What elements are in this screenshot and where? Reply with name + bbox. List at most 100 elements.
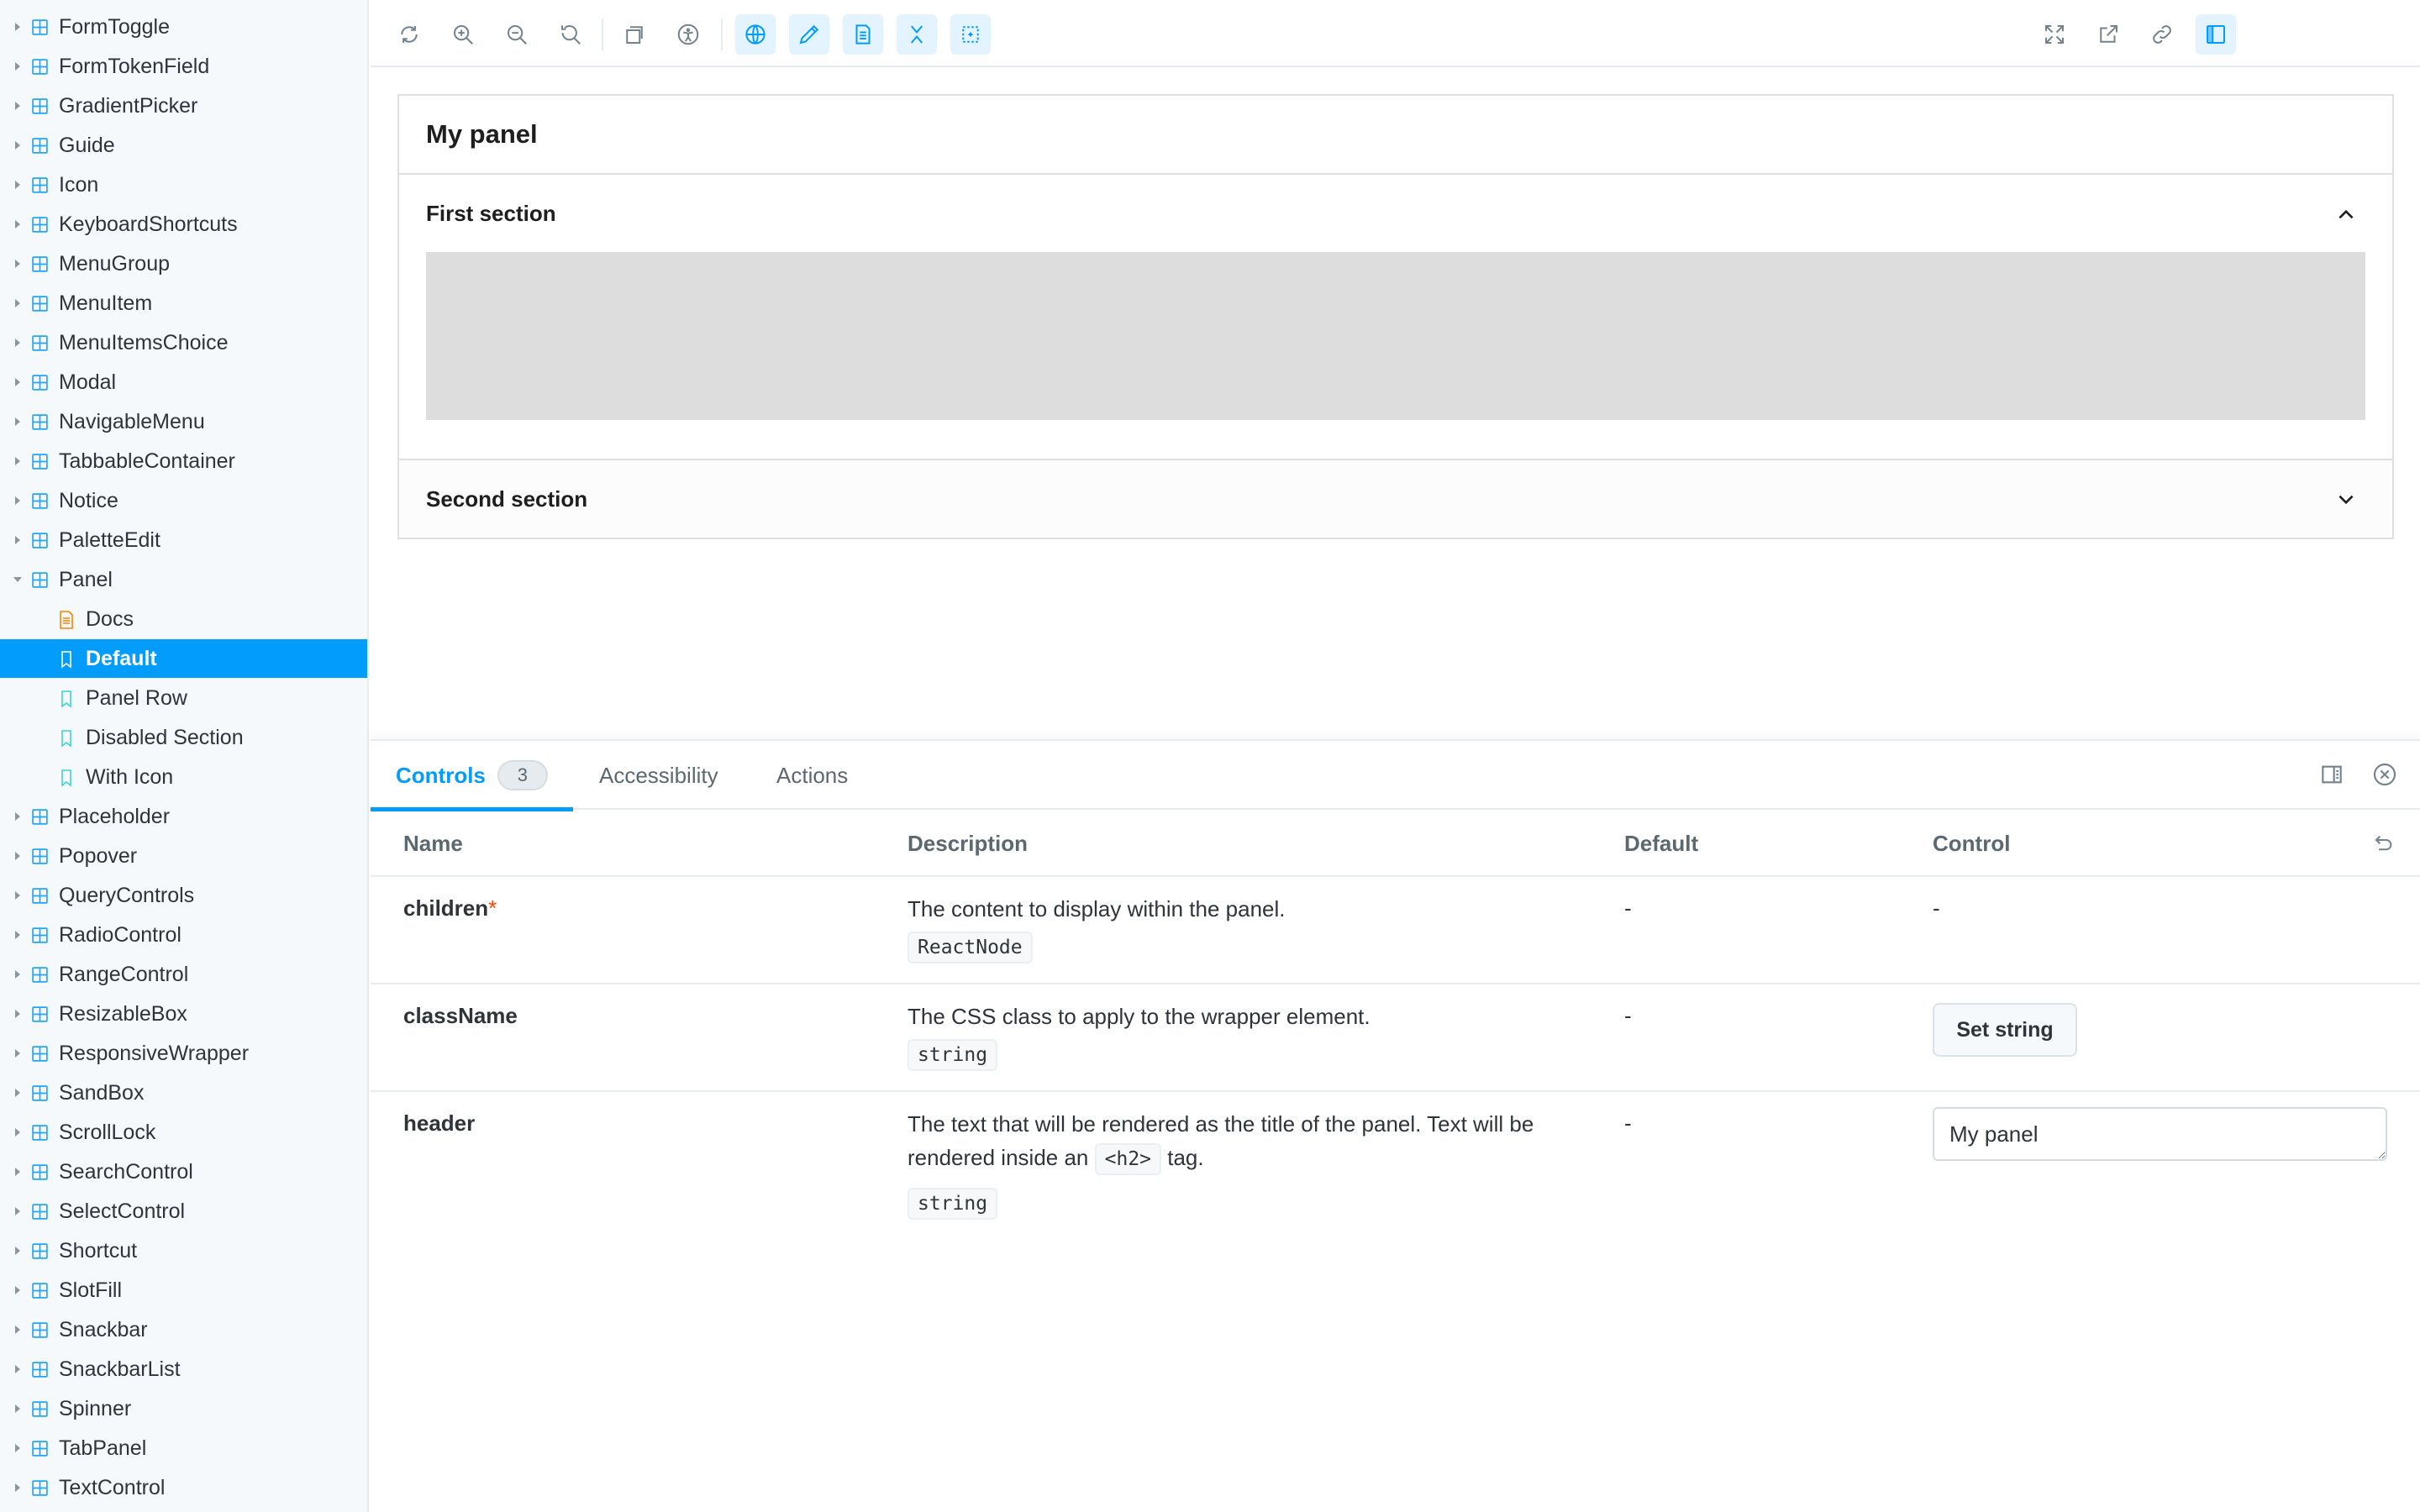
component-icon	[32, 967, 48, 983]
sidebar-item-label: SelectControl	[59, 1200, 186, 1223]
sidebar-item[interactable]: FormToggle	[0, 8, 367, 46]
tab-controls[interactable]: Controls 3	[371, 741, 573, 811]
header-text-input[interactable]: My panel	[1933, 1107, 2387, 1161]
sidebar-item[interactable]: Shortcut	[0, 1231, 367, 1270]
zoom-out-button[interactable]	[497, 14, 537, 55]
sidebar-item[interactable]: SearchControl	[0, 1152, 367, 1191]
caret-right-icon	[15, 1049, 20, 1058]
sidebar-item[interactable]: PaletteEdit	[0, 521, 367, 559]
sidebar-item[interactable]: MenuGroup	[0, 244, 367, 283]
caret-right-icon	[15, 1168, 20, 1176]
sidebar-item[interactable]: TextControl	[0, 1468, 367, 1507]
sidebar-item[interactable]: MenuItem	[0, 284, 367, 323]
background-button[interactable]	[614, 14, 655, 55]
sidebar-item[interactable]: Guide	[0, 126, 367, 165]
sidebar-item[interactable]: FormTokenField	[0, 47, 367, 86]
sidebar-item[interactable]: SelectControl	[0, 1192, 367, 1231]
story-canvas: My panel First section Second section	[371, 69, 2420, 739]
sidebar-item[interactable]: KeyboardShortcuts	[0, 205, 367, 244]
component-icon	[32, 98, 48, 114]
fullscreen-button[interactable]	[2034, 14, 2075, 55]
open-new-tab-button[interactable]	[2088, 14, 2128, 55]
copy-link-button[interactable]	[2142, 14, 2182, 55]
caret-right-icon	[15, 260, 20, 268]
sidebar-item[interactable]: ResizableBox	[0, 995, 367, 1033]
sidebar-item[interactable]: RadioControl	[0, 916, 367, 954]
tab-actions[interactable]: Actions	[776, 741, 848, 810]
component-icon	[32, 256, 48, 272]
sidebar-item-label: Disabled Section	[86, 726, 244, 749]
sidebar-item[interactable]: Spinner	[0, 1389, 367, 1428]
sidebar-item[interactable]: MenuItemsChoice	[0, 323, 367, 362]
sidebar-item[interactable]: NavigableMenu	[0, 402, 367, 441]
component-icon	[32, 1322, 48, 1338]
sidebar-item[interactable]: TabbableContainer	[0, 442, 367, 480]
caret-down-icon	[13, 577, 22, 582]
sidebar-item[interactable]: SlotFill	[0, 1271, 367, 1310]
close-panel-icon[interactable]	[2371, 761, 2398, 788]
sidebar-item[interactable]: Panel Row	[0, 679, 367, 717]
sidebar-item[interactable]: Notice	[0, 481, 367, 520]
caret-right-icon	[15, 1365, 20, 1373]
caret-right-icon	[15, 23, 20, 31]
sidebar-item[interactable]: ResponsiveWrapper	[0, 1034, 367, 1073]
arg-type: string	[908, 1188, 998, 1220]
sidebar-item[interactable]: Default	[0, 639, 367, 678]
caret-right-icon	[15, 1444, 20, 1452]
zoom-in-button[interactable]	[443, 14, 483, 55]
arg-type: ReactNode	[908, 932, 1033, 963]
sidebar-item[interactable]: ScrollLock	[0, 1113, 367, 1152]
sidebar-item[interactable]: Disabled Section	[0, 718, 367, 757]
sidebar-item[interactable]: QueryControls	[0, 876, 367, 915]
caret-right-icon	[15, 417, 20, 426]
sidebar-item[interactable]: Modal	[0, 363, 367, 402]
sidebar-item[interactable]: Icon	[0, 165, 367, 204]
sidebar-item[interactable]: Snackbar	[0, 1310, 367, 1349]
table-row: className The CSS class to apply to the …	[371, 984, 2420, 1092]
panel-toggle-button[interactable]	[2196, 14, 2236, 55]
component-icon	[32, 296, 48, 312]
preview-toolbar	[371, 0, 2420, 67]
arg-default: -	[1624, 1110, 1632, 1136]
panel-orientation-icon[interactable]	[2318, 761, 2345, 788]
globe-button[interactable]	[735, 14, 776, 55]
document-icon	[60, 611, 73, 629]
sidebar-item-label: MenuGroup	[59, 252, 171, 276]
tab-accessibility[interactable]: Accessibility	[599, 741, 718, 810]
component-icon	[32, 1441, 48, 1457]
arg-name: children*	[403, 895, 497, 921]
pencil-icon	[799, 24, 819, 45]
accessibility-button[interactable]	[668, 14, 708, 55]
zoom-reset-button[interactable]	[550, 14, 591, 55]
sidebar-item[interactable]: Popover	[0, 837, 367, 875]
component-icon	[32, 217, 48, 233]
reload-button[interactable]	[389, 14, 429, 55]
document-button[interactable]	[843, 14, 883, 55]
caret-right-icon	[15, 141, 20, 150]
sidebar-item[interactable]: GradientPicker	[0, 87, 367, 125]
sidebar-item[interactable]: RangeControl	[0, 955, 367, 994]
set-string-button[interactable]: Set string	[1933, 1003, 2077, 1057]
outline-button[interactable]	[950, 14, 991, 55]
required-mark: *	[488, 895, 497, 921]
sidebar-item[interactable]: SandBox	[0, 1074, 367, 1112]
second-section-toggle[interactable]: Second section	[399, 459, 2392, 538]
first-section-toggle[interactable]: First section	[399, 175, 2392, 252]
bookmark-icon	[61, 651, 71, 669]
sidebar-item-label: GradientPicker	[59, 94, 198, 118]
sidebar-item-label: MenuItemsChoice	[59, 331, 229, 354]
sidebar-item[interactable]: Placeholder	[0, 797, 367, 836]
reset-controls-icon[interactable]	[2370, 832, 2396, 857]
sidebar-item-label: ResizableBox	[59, 1002, 187, 1026]
sidebar-item[interactable]: Docs	[0, 600, 367, 638]
component-icon	[32, 1085, 48, 1101]
pencil-button[interactable]	[789, 14, 829, 55]
sidebar-item[interactable]: Panel	[0, 560, 367, 599]
component-icon	[32, 19, 48, 35]
component-icon	[32, 1362, 48, 1378]
sidebar-item[interactable]: TabPanel	[0, 1429, 367, 1467]
collapse-button[interactable]	[897, 14, 937, 55]
caret-right-icon	[15, 852, 20, 860]
sidebar-item[interactable]: SnackbarList	[0, 1350, 367, 1389]
sidebar-item[interactable]: With Icon	[0, 758, 367, 796]
